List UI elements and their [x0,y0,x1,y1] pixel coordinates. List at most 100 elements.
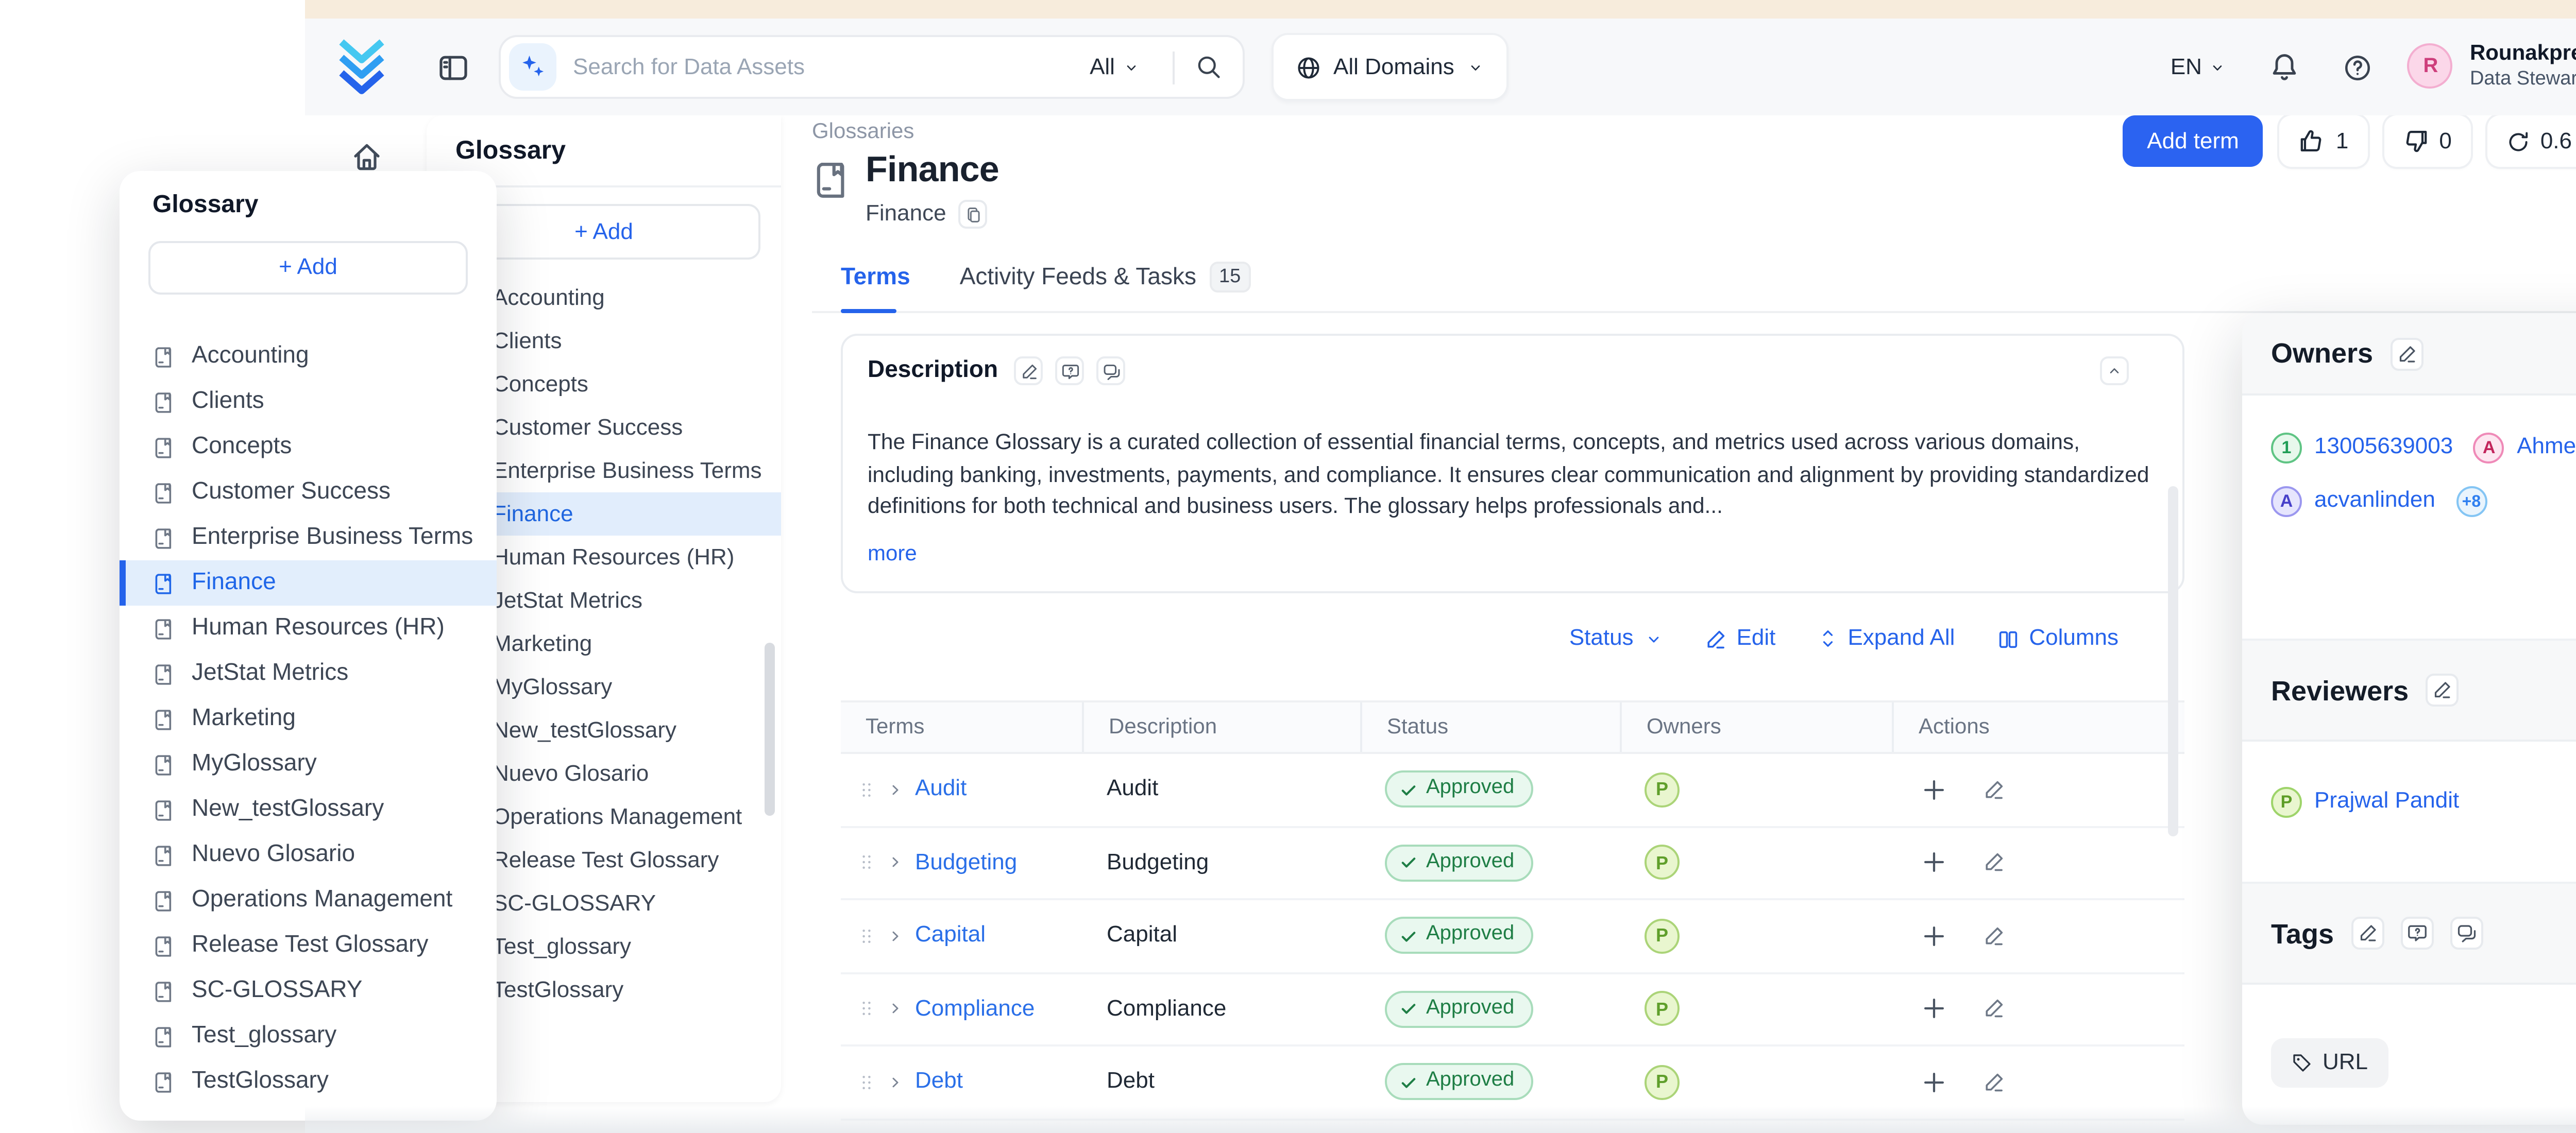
owner-link[interactable]: acvanlinden [2314,488,2435,513]
add-child-term-icon[interactable] [1921,776,1947,803]
chat-suggestions-icon[interactable] [1097,356,1126,385]
book-icon [152,708,175,730]
term-link[interactable]: Compliance [915,997,1035,1021]
edit-term-icon[interactable] [1982,1071,2005,1093]
chat-suggestions-icon[interactable] [2449,917,2482,950]
downvote-button[interactable]: 0 [2383,115,2470,167]
edit-term-icon[interactable] [1982,851,2005,874]
owner-link[interactable]: Ahmed Mohamed [2517,435,2576,459]
glossary-item[interactable]: TestGlossary [120,1059,497,1104]
glossary-item[interactable]: Human Resources (HR) [120,606,497,651]
search-input[interactable]: Search for Data Assets All [499,35,1245,99]
drag-handle-icon[interactable] [857,849,876,876]
columns-button[interactable]: Columns [1996,626,2119,651]
glossary-item[interactable]: Marketing [120,696,497,742]
expand-all-button[interactable]: Expand All [1817,626,1955,651]
description-label: Description [868,358,998,383]
status-filter[interactable]: Status [1569,626,1663,651]
add-child-term-icon[interactable] [1921,922,1947,949]
glossary-item[interactable]: Release Test Glossary [120,923,497,968]
glossary-item[interactable]: Accounting [120,334,497,379]
user-menu[interactable]: R Rounakpreet.d Data Steward [2408,40,2576,94]
drag-handle-icon[interactable] [857,995,876,1022]
all-domains-selector[interactable]: All Domains [1272,33,1508,101]
search-icon[interactable] [1195,54,1222,80]
owner-avatar[interactable]: P [1645,772,1680,807]
reviewers-list: P Prajwal Pandit [2242,742,2576,882]
glossary-item[interactable]: SC-GLOSSARY [120,968,497,1014]
drag-handle-icon[interactable] [857,776,876,803]
glossary-item[interactable]: Nuevo Glosario [120,832,497,878]
owner-avatar[interactable]: P [1645,1065,1680,1100]
expand-row-icon[interactable] [886,853,905,872]
collapse-description-icon[interactable] [2100,356,2129,385]
glossary-item[interactable]: Test_glossary [120,1014,497,1059]
table-row: Debt Debt Approved P [841,1046,2184,1120]
help-icon[interactable] [2344,53,2373,81]
score-button[interactable]: 0.6 [2487,115,2576,167]
edit-button[interactable]: Edit [1704,626,1776,651]
owner-avatar[interactable]: P [1645,845,1680,880]
edit-tags-icon[interactable] [2350,917,2383,950]
owner-avatar[interactable]: P [1645,991,1680,1026]
owner-avatar[interactable]: P [1645,918,1680,953]
edit-description-icon[interactable] [1014,356,1043,385]
add-term-button[interactable]: Add term [2122,115,2264,167]
copy-icon[interactable] [959,200,988,229]
add-child-term-icon[interactable] [1921,1069,1947,1095]
page-actions: Add term 1 0 0.6 [2122,115,2576,167]
glossary-item[interactable]: Enterprise Business Terms [120,515,497,560]
term-link[interactable]: Debt [915,1070,963,1094]
expand-row-icon[interactable] [886,1073,905,1091]
glossary-item[interactable]: MyGlossary [120,742,497,787]
search-scope-dropdown[interactable]: All [1090,55,1140,79]
add-child-term-icon[interactable] [1921,995,1947,1022]
edit-owners-icon[interactable] [2389,337,2422,370]
tags-list: URL [2242,985,2576,1088]
sidebar-toggle-icon[interactable] [437,50,470,83]
drag-handle-icon[interactable] [857,922,876,949]
pencil-icon [1704,627,1726,650]
tab-activity-feeds[interactable]: Activity Feeds & Tasks 15 [960,262,1251,293]
glossary-item[interactable]: New_testGlossary [120,787,497,832]
edit-term-icon[interactable] [1982,998,2005,1020]
edit-reviewers-icon[interactable] [2425,674,2458,707]
add-child-term-icon[interactable] [1921,849,1947,876]
edit-term-icon[interactable] [1982,924,2005,947]
refresh-icon [2505,129,2530,153]
notifications-bell-icon[interactable] [2270,52,2301,82]
breadcrumb[interactable]: Glossaries [812,119,914,144]
glossary-panel-scrollbar[interactable] [765,643,775,816]
expand-row-icon[interactable] [886,780,905,799]
upvote-button[interactable]: 1 [2280,115,2367,167]
expand-row-icon[interactable] [886,1000,905,1018]
term-description: Debt [1082,1070,1360,1094]
tab-content-scrollbar[interactable] [2168,486,2178,836]
table-row: Audit Audit Approved P [841,754,2184,827]
tab-terms[interactable]: Terms [841,265,910,289]
glossary-item[interactable]: Concepts [120,424,497,470]
owners-overflow-badge[interactable]: +8 [2456,485,2487,516]
glossary-item[interactable]: Operations Management [120,878,497,923]
glossary-item[interactable]: JetStat Metrics [120,651,497,696]
term-link[interactable]: Capital [915,923,986,948]
edit-term-icon[interactable] [1982,778,2005,801]
drag-handle-icon[interactable] [857,1069,876,1095]
glossary-overlay-add-button[interactable]: + Add [148,241,468,295]
terms-toolbar: Status Edit Expand All Columns [841,626,2119,651]
glossary-item[interactable]: Customer Success [120,470,497,515]
owner-link[interactable]: 13005639003 [2314,435,2453,459]
glossary-item[interactable]: Clients [120,379,497,424]
expand-row-icon[interactable] [886,926,905,945]
url-tag-chip[interactable]: URL [2271,1038,2388,1088]
language-selector[interactable]: EN [2171,55,2227,79]
question-comment-icon[interactable] [2400,917,2433,950]
term-link[interactable]: Budgeting [915,850,1017,875]
glossary-item-selected[interactable]: Finance [120,560,497,606]
description-more-link[interactable]: more [868,542,917,566]
question-comment-icon[interactable] [1056,356,1084,385]
reviewer-avatar: P [2271,786,2302,817]
home-icon[interactable] [349,140,382,173]
term-link[interactable]: Audit [915,777,967,802]
reviewer-link[interactable]: Prajwal Pandit [2314,789,2459,814]
